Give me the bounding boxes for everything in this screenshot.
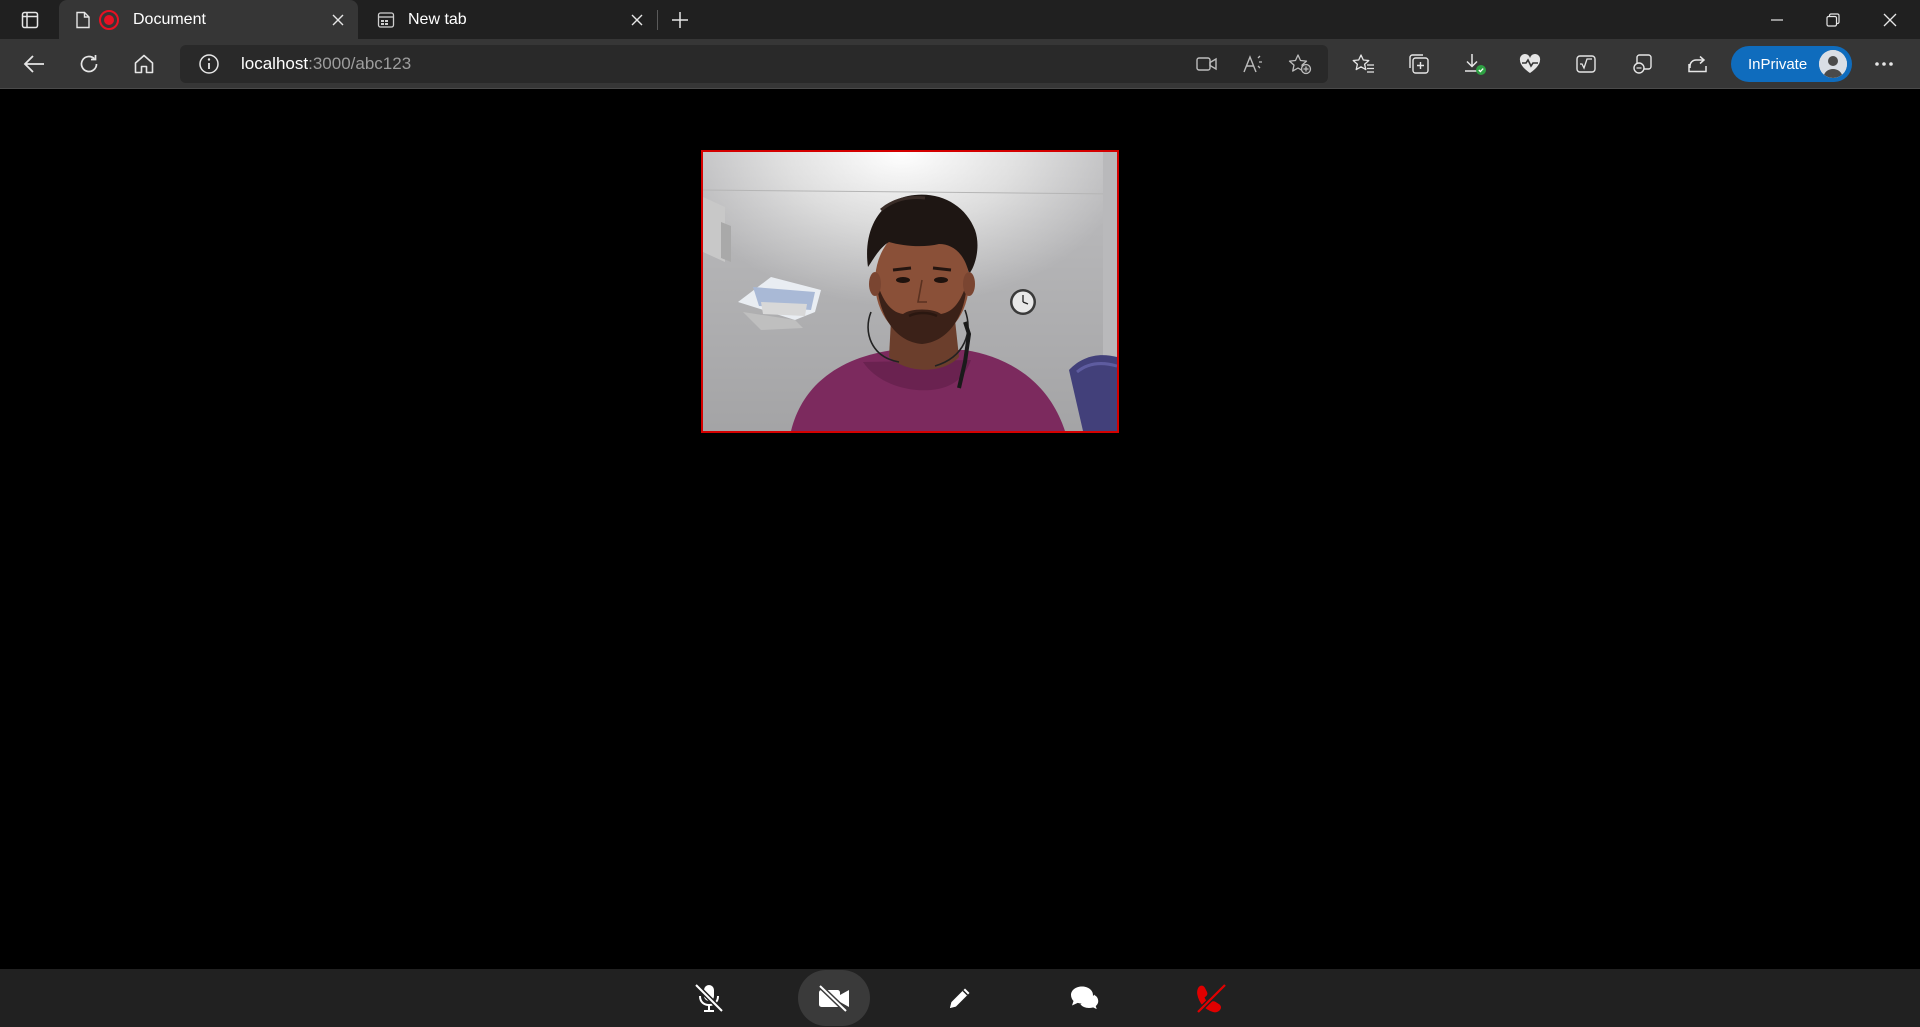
tab-separator	[657, 10, 658, 30]
tab-title: Document	[133, 10, 206, 28]
tab-title: New tab	[408, 10, 467, 28]
share-button[interactable]	[1680, 46, 1716, 82]
math-solver-button[interactable]	[1568, 46, 1604, 82]
url-text[interactable]: localhost:3000/abc123	[241, 54, 411, 74]
whiteboard-button[interactable]	[924, 970, 996, 1026]
ie-mode-icon	[1633, 54, 1652, 74]
inprivate-label: InPrivate	[1748, 55, 1808, 73]
new-tab-page-icon	[376, 10, 396, 30]
site-info-icon[interactable]	[198, 53, 220, 75]
video-call-page	[0, 90, 1920, 969]
share-icon	[1688, 55, 1707, 73]
document-icon	[73, 10, 93, 30]
mute-mic-button[interactable]	[673, 970, 745, 1026]
home-icon	[134, 54, 154, 74]
home-button[interactable]	[126, 46, 162, 82]
collections-button[interactable]	[1401, 46, 1437, 82]
tab-actions-icon	[21, 11, 39, 29]
video-slash-icon	[818, 984, 849, 1012]
close-icon	[1883, 13, 1897, 26]
settings-and-more-button[interactable]	[1866, 46, 1902, 82]
tab-document[interactable]: Document	[59, 0, 358, 39]
browser-essentials-button[interactable]	[1512, 46, 1548, 82]
meeting-controls-bar	[0, 969, 1920, 1027]
ie-mode-button[interactable]	[1624, 46, 1660, 82]
recording-indicator-icon	[99, 9, 119, 30]
minimize-button[interactable]	[1749, 0, 1805, 39]
close-window-button[interactable]	[1862, 0, 1918, 39]
stop-video-button[interactable]	[798, 970, 870, 1026]
minimize-icon	[1771, 18, 1783, 21]
refresh-button[interactable]	[71, 46, 107, 82]
profile-avatar-icon	[1819, 50, 1847, 78]
inprivate-button[interactable]: InPrivate	[1731, 46, 1852, 82]
plus-icon	[672, 12, 688, 28]
pencil-icon	[950, 988, 970, 1008]
close-icon	[631, 14, 643, 25]
close-tab-button[interactable]	[625, 8, 649, 32]
restore-button[interactable]	[1805, 0, 1861, 39]
webcam-feed-image	[703, 152, 1117, 431]
new-tab-button[interactable]	[665, 6, 695, 34]
phone-hangup-icon	[1196, 983, 1227, 1014]
back-button[interactable]	[16, 46, 52, 82]
more-horizontal-icon	[1875, 62, 1893, 66]
chat-button[interactable]	[1049, 970, 1121, 1026]
tab-actions-button[interactable]	[12, 6, 48, 34]
browser-toolbar: localhost:3000/abc123 InPrivate	[0, 39, 1920, 89]
chat-bubbles-icon	[1071, 986, 1100, 1012]
close-tab-button[interactable]	[326, 8, 350, 32]
arrow-left-icon	[23, 55, 44, 73]
browser-tab-strip: Document New tab	[0, 0, 1920, 39]
math-solver-icon	[1576, 55, 1596, 73]
downloads-button[interactable]	[1457, 46, 1493, 82]
add-favorite-icon[interactable]	[1285, 49, 1315, 79]
favorites-star-list-icon	[1352, 54, 1374, 73]
read-aloud-icon[interactable]	[1238, 49, 1268, 79]
download-complete-icon	[1465, 54, 1486, 75]
collections-icon	[1409, 54, 1429, 74]
refresh-icon	[80, 55, 98, 73]
favorites-button[interactable]	[1346, 46, 1382, 82]
address-bar[interactable]: localhost:3000/abc123	[180, 45, 1328, 83]
heart-pulse-icon	[1519, 53, 1541, 73]
local-video-tile	[701, 150, 1119, 433]
url-path: :3000/abc123	[308, 54, 412, 73]
microphone-slash-icon	[694, 983, 724, 1013]
tab-new-tab[interactable]: New tab	[362, 0, 657, 39]
restore-icon	[1826, 12, 1840, 27]
url-host: localhost	[241, 54, 309, 73]
camera-in-use-icon[interactable]	[1192, 49, 1222, 79]
close-icon	[332, 14, 344, 25]
hang-up-button[interactable]	[1175, 970, 1247, 1026]
